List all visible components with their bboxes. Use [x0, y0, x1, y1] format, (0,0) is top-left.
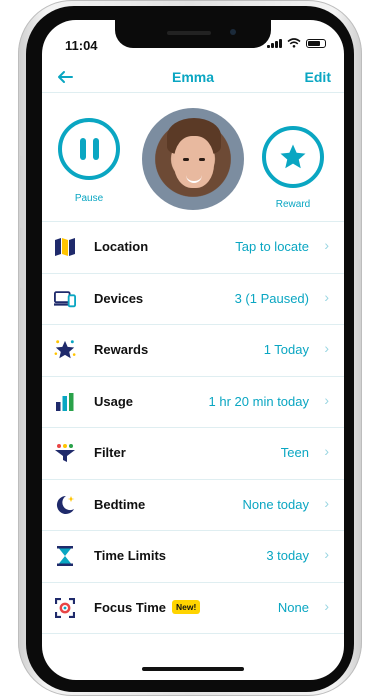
row-label: Focus Time New!	[94, 599, 201, 616]
list-item-devices[interactable]: Devices 3 (1 Paused) ›	[42, 272, 344, 325]
mute-switch	[20, 130, 23, 156]
chevron-right-icon: ›	[324, 494, 329, 511]
row-label: Filter	[94, 445, 126, 460]
star-icon	[54, 340, 76, 360]
focus-icon	[54, 597, 76, 618]
row-value: None	[277, 599, 309, 615]
reward-button[interactable]	[262, 126, 324, 188]
pause-icon	[79, 138, 99, 160]
edit-button[interactable]: Edit	[305, 69, 331, 85]
row-value: 1 Today	[263, 342, 309, 357]
new-badge: New!	[172, 599, 201, 614]
row-label: Bedtime	[94, 496, 146, 512]
avatar[interactable]	[142, 108, 244, 210]
notch	[115, 20, 271, 48]
row-value: 3 (1 Paused)	[234, 290, 309, 306]
chevron-right-icon: ›	[324, 237, 329, 253]
page-title: Emma	[171, 69, 215, 85]
app-screen: 11:04 Emma Edit Pause Reward Location Ta…	[42, 20, 344, 680]
battery-icon	[306, 38, 326, 48]
row-label: Devices	[94, 290, 144, 306]
moon-icon	[54, 495, 76, 515]
status-icons	[267, 38, 326, 48]
avatar-eye	[199, 158, 205, 161]
bar-chart-icon	[54, 392, 76, 412]
pause-button[interactable]	[58, 118, 120, 180]
camera	[230, 29, 236, 35]
list-item-focus-time[interactable]: Focus Time New! None ›	[42, 581, 344, 634]
chevron-right-icon: ›	[324, 391, 329, 408]
star-icon	[280, 144, 306, 169]
nav-bar: Emma Edit	[42, 68, 344, 92]
list-item-location[interactable]: Location Tap to locate ›	[42, 221, 344, 273]
chevron-right-icon: ›	[324, 597, 329, 614]
map-icon	[54, 237, 76, 257]
list-item-time-limits[interactable]: Time Limits 3 today ›	[42, 530, 344, 582]
row-value: None today	[242, 496, 310, 512]
row-value: 1 hr 20 min today	[208, 393, 309, 409]
chevron-right-icon: ›	[324, 546, 329, 562]
filter-icon	[54, 443, 76, 463]
row-label-text: Focus Time	[94, 599, 167, 615]
row-label: Usage	[94, 393, 134, 409]
home-indicator[interactable]	[142, 667, 244, 671]
row-label: Time Limits	[94, 548, 167, 563]
signal-icon	[267, 38, 282, 48]
row-value: Tap to locate	[235, 239, 309, 254]
chevron-right-icon: ›	[324, 340, 329, 356]
status-time: 11:04	[65, 38, 98, 53]
list-end-divider	[42, 633, 344, 634]
pause-label: Pause	[74, 193, 104, 204]
volume-up-button	[20, 180, 23, 228]
row-value: 3 today	[266, 548, 309, 563]
avatar-eye	[183, 158, 189, 161]
reward-label: Reward	[275, 199, 311, 210]
hourglass-icon	[54, 546, 76, 566]
power-button	[357, 190, 360, 260]
list-item-bedtime[interactable]: Bedtime None today ›	[42, 478, 344, 531]
row-label: Rewards	[94, 342, 149, 357]
chevron-right-icon: ›	[324, 443, 329, 459]
chevron-right-icon: ›	[324, 288, 329, 305]
list-item-usage[interactable]: Usage 1 hr 20 min today ›	[42, 375, 344, 428]
divider	[42, 92, 344, 93]
list-item-filter[interactable]: Filter Teen ›	[42, 427, 344, 479]
devices-icon	[54, 289, 76, 309]
list-item-rewards[interactable]: Rewards 1 Today ›	[42, 324, 344, 376]
speaker	[167, 31, 211, 35]
row-value: Teen	[280, 445, 309, 460]
row-label: Location	[94, 239, 149, 254]
volume-down-button	[20, 240, 23, 288]
settings-list: Location Tap to locate › Devices 3 (1 Pa…	[42, 221, 344, 634]
wifi-icon	[287, 38, 301, 48]
